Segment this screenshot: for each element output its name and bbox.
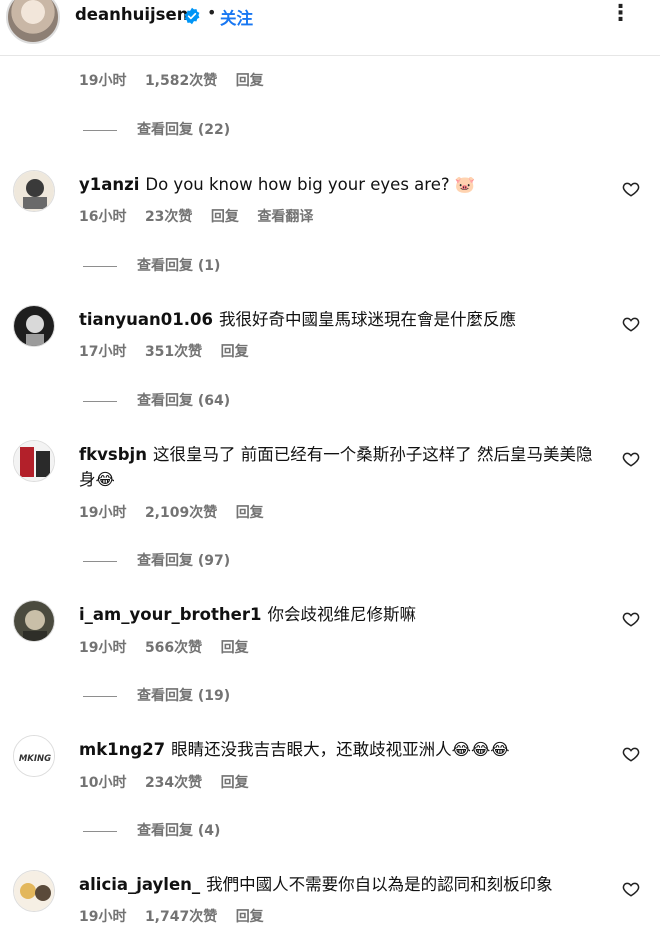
separator-dot: • — [207, 3, 217, 22]
view-replies-button[interactable]: 查看回复 (97) — [83, 550, 230, 570]
comment-likes[interactable]: 566次赞 — [145, 640, 202, 656]
comment-likes[interactable]: 351次赞 — [145, 344, 202, 360]
reply-button[interactable]: 回复 — [221, 775, 249, 791]
comment-meta: 19小时 1,582次赞 回复 — [79, 70, 278, 90]
avatar-image — [14, 601, 54, 641]
avatar-image — [14, 171, 54, 211]
view-replies-button[interactable]: 查看回复 (19) — [83, 685, 230, 705]
commenter-avatar[interactable] — [13, 305, 55, 347]
comment-time: 19小时 — [79, 909, 127, 925]
comment-time: 17小时 — [79, 344, 127, 360]
comment-meta: 16小时 23次赞 回复 查看翻译 — [79, 206, 327, 226]
commenter-avatar[interactable] — [13, 440, 55, 482]
reply-button[interactable]: 回复 — [236, 73, 264, 89]
comment-time: 19小时 — [79, 73, 127, 89]
commenter-username[interactable]: mk1ng27 — [79, 740, 165, 759]
more-icon[interactable]: ⋮ — [608, 3, 634, 29]
commenter-username[interactable]: fkvsbjn — [79, 445, 147, 464]
commenter-avatar[interactable] — [13, 600, 55, 642]
post-header: deanhuijsen • 关注 ⋮ — [0, 0, 660, 56]
comment-body: 我很好奇中國皇馬球迷現在會是什麼反應 — [219, 310, 516, 329]
reply-button[interactable]: 回复 — [211, 209, 239, 225]
comment-likes[interactable]: 23次赞 — [145, 209, 192, 225]
commenter-username[interactable]: tianyuan01.06 — [79, 310, 213, 329]
comment-text: fkvsbjn 这很皇马了 前面已经有一个桑斯孙子这样了 然后皇马美美隐身😂 — [79, 442, 594, 492]
comment-text: alicia_jaylen_ 我們中國人不需要你自以為是的認同和刻板印象 — [79, 872, 594, 897]
view-replies-button[interactable]: 查看回复 (64) — [83, 390, 230, 410]
follow-button[interactable]: 关注 — [220, 5, 253, 29]
avatar-logo-text: MKING — [19, 754, 51, 764]
avatar-image — [14, 441, 54, 481]
divider-line — [83, 830, 117, 832]
divider-line — [83, 129, 117, 131]
view-replies-button[interactable]: 查看回复 (1) — [83, 255, 220, 275]
heart-icon[interactable] — [622, 450, 640, 468]
comment-time: 19小时 — [79, 640, 127, 656]
divider-line — [83, 695, 117, 697]
verified-badge-icon — [184, 7, 200, 25]
avatar-image — [14, 306, 54, 346]
divider-line — [83, 400, 117, 402]
comment-body: 你会歧视维尼修斯嘛 — [267, 605, 416, 624]
comment-body: Do you know how big your eyes are? 🐷 — [145, 175, 476, 194]
comment-likes[interactable]: 234次赞 — [145, 775, 202, 791]
comment-meta: 17小时 351次赞 回复 — [79, 341, 263, 361]
comment-body: 眼睛还没我吉吉眼大，还敢歧视亚洲人😂😂😂 — [171, 740, 510, 759]
reply-button[interactable]: 回复 — [236, 505, 264, 521]
comment-meta: 19小时 566次赞 回复 — [79, 637, 263, 657]
translate-button[interactable]: 查看翻译 — [257, 209, 313, 225]
avatar-image — [14, 871, 54, 911]
comment-likes[interactable]: 1,747次赞 — [145, 909, 217, 925]
comment-text: tianyuan01.06 我很好奇中國皇馬球迷現在會是什麼反應 — [79, 307, 594, 332]
avatar-image: MKING — [14, 736, 54, 776]
commenter-username[interactable]: y1anzi — [79, 175, 139, 194]
divider-line — [83, 560, 117, 562]
comment-meta: 10小时 234次赞 回复 — [79, 772, 263, 792]
view-replies-button[interactable]: 查看回复 (4) — [83, 820, 220, 840]
commenter-avatar[interactable] — [13, 870, 55, 912]
comment-likes[interactable]: 1,582次赞 — [145, 73, 217, 89]
comment-text: mk1ng27 眼睛还没我吉吉眼大，还敢歧视亚洲人😂😂😂 — [79, 737, 594, 762]
comment-meta: 19小时 2,109次赞 回复 — [79, 502, 278, 522]
commenter-avatar[interactable]: MKING — [13, 735, 55, 777]
comment-likes[interactable]: 2,109次赞 — [145, 505, 217, 521]
author-avatar[interactable] — [6, 0, 60, 44]
heart-icon[interactable] — [622, 315, 640, 333]
commenter-username[interactable]: alicia_jaylen_ — [79, 875, 200, 894]
reply-button[interactable]: 回复 — [236, 909, 264, 925]
divider-line — [83, 265, 117, 267]
comment-body: 我們中國人不需要你自以為是的認同和刻板印象 — [206, 875, 553, 894]
author-username[interactable]: deanhuijsen — [75, 5, 188, 24]
view-replies-button[interactable]: 查看回复 (22) — [83, 119, 230, 139]
reply-button[interactable]: 回复 — [221, 640, 249, 656]
comment-time: 10小时 — [79, 775, 127, 791]
reply-button[interactable]: 回复 — [221, 344, 249, 360]
heart-icon[interactable] — [622, 880, 640, 898]
heart-icon[interactable] — [622, 180, 640, 198]
commenter-username[interactable]: i_am_your_brother1 — [79, 605, 261, 624]
commenter-avatar[interactable] — [13, 170, 55, 212]
heart-icon[interactable] — [622, 745, 640, 763]
heart-icon[interactable] — [622, 610, 640, 628]
comment-body: 这很皇马了 前面已经有一个桑斯孙子这样了 然后皇马美美隐身😂 — [79, 445, 593, 489]
comment-time: 16小时 — [79, 209, 127, 225]
comment-meta: 19小时 1,747次赞 回复 — [79, 906, 278, 926]
comment-text: i_am_your_brother1 你会歧视维尼修斯嘛 — [79, 602, 594, 627]
comment-time: 19小时 — [79, 505, 127, 521]
comment-text: y1anzi Do you know how big your eyes are?… — [79, 172, 594, 197]
